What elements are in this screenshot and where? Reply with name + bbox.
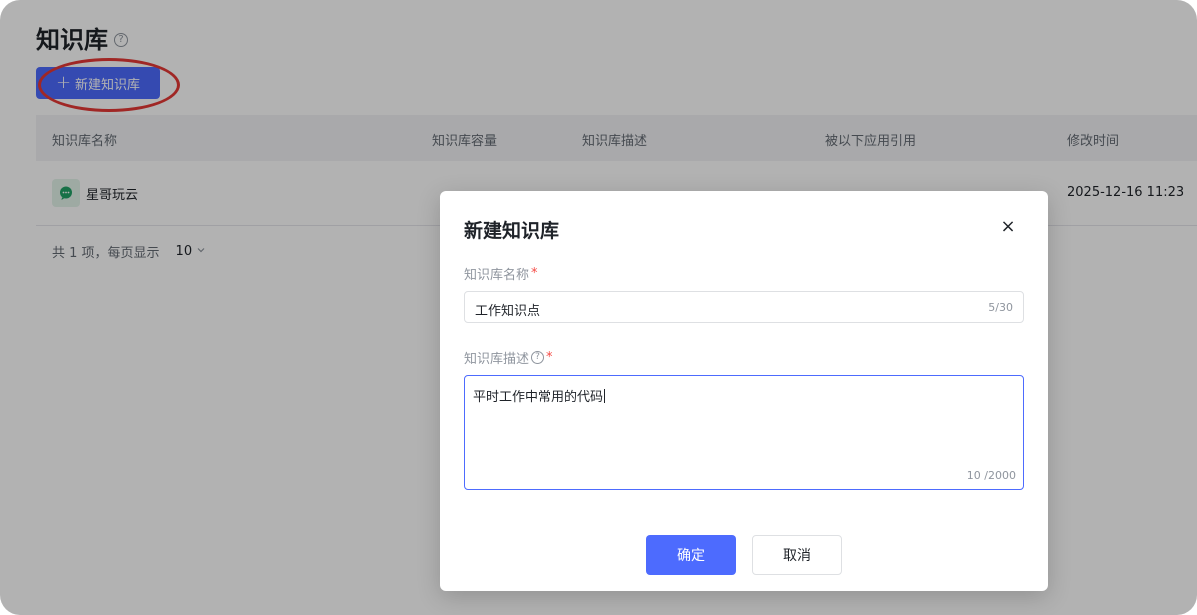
required-mark: * (531, 266, 538, 281)
help-icon[interactable]: ? (531, 351, 545, 364)
dialog-title: 新建知识库 (464, 220, 560, 242)
required-mark: * (546, 350, 553, 365)
kb-description-textarea[interactable]: 平时工作中常用的代码 10 /2000 (464, 375, 1024, 490)
desc-char-counter: 10 /2000 (966, 469, 1016, 482)
kb-name-input-value: 工作知识点 (475, 304, 541, 319)
cancel-button[interactable]: 取消 (752, 535, 842, 575)
new-knowledge-base-dialog: 新建知识库 × 知识库名称 * 工作知识点 5/30 知识库描述 ? * 平时工… (440, 191, 1048, 591)
name-label-text: 知识库名称 (464, 268, 530, 283)
kb-description-value: 平时工作中常用的代码 (473, 389, 606, 405)
desc-field-label: 知识库描述 ? * (464, 348, 553, 367)
close-icon[interactable]: × (998, 217, 1018, 237)
confirm-button[interactable]: 确定 (646, 535, 736, 575)
name-char-counter: 5/30 (988, 301, 1013, 314)
desc-label-text: 知识库描述 (464, 352, 530, 367)
kb-name-input[interactable]: 工作知识点 5/30 (464, 291, 1024, 323)
name-field-label: 知识库名称 * (464, 264, 538, 283)
